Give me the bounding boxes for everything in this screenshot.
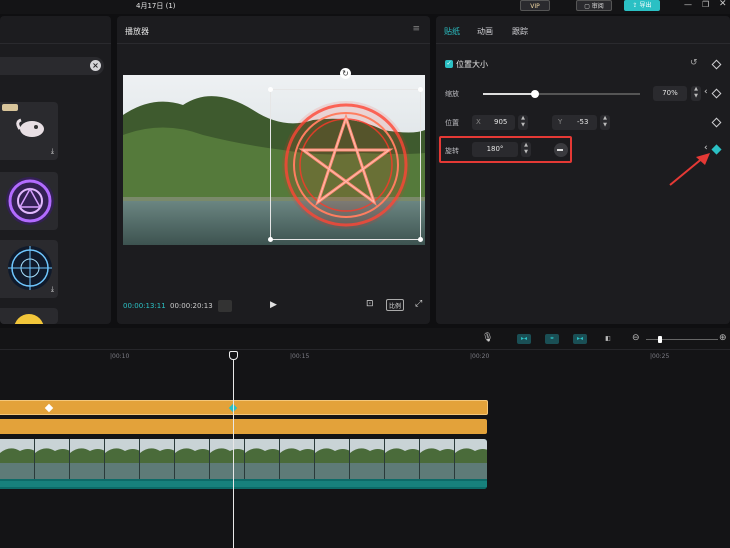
project-title: 4月17日 (1) <box>136 2 176 10</box>
fit-screen-icon[interactable]: ⊡ <box>366 299 374 309</box>
download-icon[interactable]: ⤓ <box>51 285 54 294</box>
effect-clip[interactable] <box>0 419 487 434</box>
timeline-mini-icon[interactable] <box>218 300 232 312</box>
preview-axis-icon[interactable]: ▸◂ <box>573 334 587 344</box>
ruler-label-10: |00:10 <box>110 353 130 360</box>
section-checkbox[interactable]: ✓ <box>445 60 453 68</box>
tab-animation[interactable]: 动画 <box>477 26 493 37</box>
export-label: 导出 <box>639 2 652 9</box>
position-x-field[interactable]: X 905 <box>472 115 515 130</box>
position-label: 位置 <box>445 119 459 127</box>
playhead-handle[interactable] <box>229 351 238 360</box>
ruler-label-15: |00:15 <box>290 353 310 360</box>
title-bar: 4月17日 (1) VIP ▢ 审阅 ⇪ 导出 — ❐ ✕ <box>0 0 730 14</box>
vip-badge-icon <box>2 104 18 111</box>
clip-keyframe-icon[interactable] <box>44 403 54 413</box>
sticker-thumb-partial[interactable] <box>0 308 58 324</box>
ghost-sticker-icon <box>16 118 44 137</box>
resize-handle-br[interactable] <box>418 237 423 242</box>
section-title: 位置大小 <box>456 60 488 69</box>
video-clip[interactable] <box>0 439 487 489</box>
annotation-arrow-icon <box>669 153 710 186</box>
tab-tracking[interactable]: 跟踪 <box>512 26 528 37</box>
rotate-highlight-box <box>439 136 572 163</box>
sticker-thumb-ghost[interactable]: ⤓ <box>0 102 58 160</box>
ruler-label-25: |00:25 <box>650 353 670 360</box>
fullscreen-icon[interactable]: ⤢ <box>415 299 422 309</box>
restore-icon[interactable]: ❐ <box>702 0 709 9</box>
player-panel: 播放器 ≡ ↻ 00:00:13:11 00:00:20:13 ▶ ⊡ 比例 ⤢ <box>117 16 430 324</box>
sticker-selection-box[interactable] <box>268 87 423 242</box>
timeline-toolbar: 🎙︎ ▸◂ ⚭ ▸◂ ◧ ⊖ ⊕ <box>0 328 730 350</box>
split-icon[interactable]: ◧ <box>601 334 615 344</box>
video-filmstrip <box>0 439 487 489</box>
total-time: 00:00:20:13 <box>170 302 213 310</box>
review-icon: ▢ <box>584 3 590 10</box>
sticker-clip[interactable] <box>0 400 488 415</box>
sticker-thumb-blue-magic[interactable]: ⤓ <box>0 240 58 298</box>
position-x-stepper[interactable]: ▲ ▼ <box>518 115 528 130</box>
position-y-field[interactable]: Y -53 <box>552 115 597 130</box>
timeline: 🎙︎ ▸◂ ⚭ ▸◂ ◧ ⊖ ⊕ |00:10 |00:15 |00:20 |0… <box>0 328 730 548</box>
zoom-out-icon[interactable]: ⊖ <box>632 333 640 343</box>
play-button[interactable]: ▶ <box>270 300 277 310</box>
current-time: 00:00:13:11 <box>123 302 166 310</box>
scale-stepper[interactable]: ▲ ▼ <box>691 86 701 101</box>
minimize-icon[interactable]: — <box>684 0 692 9</box>
export-icon: ⇪ <box>632 2 638 9</box>
position-keyframe-icon[interactable] <box>711 117 722 128</box>
blue-magic-circle-icon <box>8 246 52 290</box>
prev-keyframe-icon[interactable]: ‹ <box>704 87 708 97</box>
rotate-handle-icon[interactable]: ↻ <box>340 68 351 79</box>
close-icon[interactable]: ✕ <box>719 0 727 9</box>
section-keyframe-icon[interactable] <box>711 59 722 70</box>
ratio-button[interactable]: 比例 <box>386 299 405 311</box>
zoom-slider[interactable] <box>646 336 718 343</box>
scale-value[interactable]: 70% <box>653 86 687 101</box>
yellow-sticker-icon <box>14 314 44 324</box>
ruler-label-20: |00:20 <box>470 353 490 360</box>
purple-magic-circle-icon <box>6 177 54 225</box>
player-title: 播放器 <box>125 27 149 36</box>
resize-handle-bl[interactable] <box>268 237 273 242</box>
menu-icon[interactable]: ≡ <box>412 24 420 34</box>
microphone-icon[interactable]: 🎙︎ <box>482 333 493 343</box>
sticker-library-panel: × ⤓ ⤓ <box>0 16 111 324</box>
zoom-in-icon[interactable]: ⊕ <box>719 333 727 343</box>
vip-label: VIP <box>530 3 540 10</box>
position-y-label: Y <box>558 118 563 126</box>
props-tabs: 贴纸 动画 跟踪 <box>436 16 730 44</box>
position-y-value: -53 <box>577 118 589 126</box>
zoom-slider-knob[interactable] <box>658 336 662 343</box>
review-button[interactable]: ▢ 审阅 <box>576 0 612 11</box>
playhead[interactable] <box>233 352 234 548</box>
player-header: 播放器 ≡ <box>117 16 430 44</box>
properties-panel: 贴纸 动画 跟踪 ✓ 位置大小 ↺ 缩放 70% ▲ ▼ ‹ 位置 X 905 ▲… <box>436 16 730 324</box>
vip-badge[interactable]: VIP <box>520 0 550 11</box>
position-y-stepper[interactable]: ▲ ▼ <box>600 115 610 130</box>
clear-search-icon[interactable]: × <box>90 60 101 71</box>
red-pentagram-sticker <box>282 101 410 229</box>
scale-slider-fill <box>483 93 535 95</box>
resize-handle-tl[interactable] <box>268 87 273 92</box>
scale-label: 缩放 <box>445 90 459 98</box>
snap-main-track-icon[interactable]: ▸◂ <box>517 334 531 344</box>
reset-icon[interactable]: ↺ <box>690 58 698 68</box>
download-icon[interactable]: ⤓ <box>51 147 54 156</box>
scale-keyframe-icon[interactable] <box>711 88 722 99</box>
tab-sticker[interactable]: 贴纸 <box>444 26 460 37</box>
position-x-label: X <box>476 118 481 126</box>
resize-handle-tr[interactable] <box>418 87 423 92</box>
review-label: 审阅 <box>591 3 604 10</box>
link-icon[interactable]: ⚭ <box>545 334 559 344</box>
scale-slider[interactable] <box>483 90 640 98</box>
position-x-value: 905 <box>494 118 508 126</box>
export-button[interactable]: ⇪ 导出 <box>624 0 660 11</box>
sticker-thumb-purple-magic[interactable] <box>0 172 58 230</box>
scale-slider-knob[interactable] <box>530 90 539 98</box>
left-panel-header <box>0 16 111 44</box>
sticker-search-input[interactable]: × <box>0 57 104 75</box>
